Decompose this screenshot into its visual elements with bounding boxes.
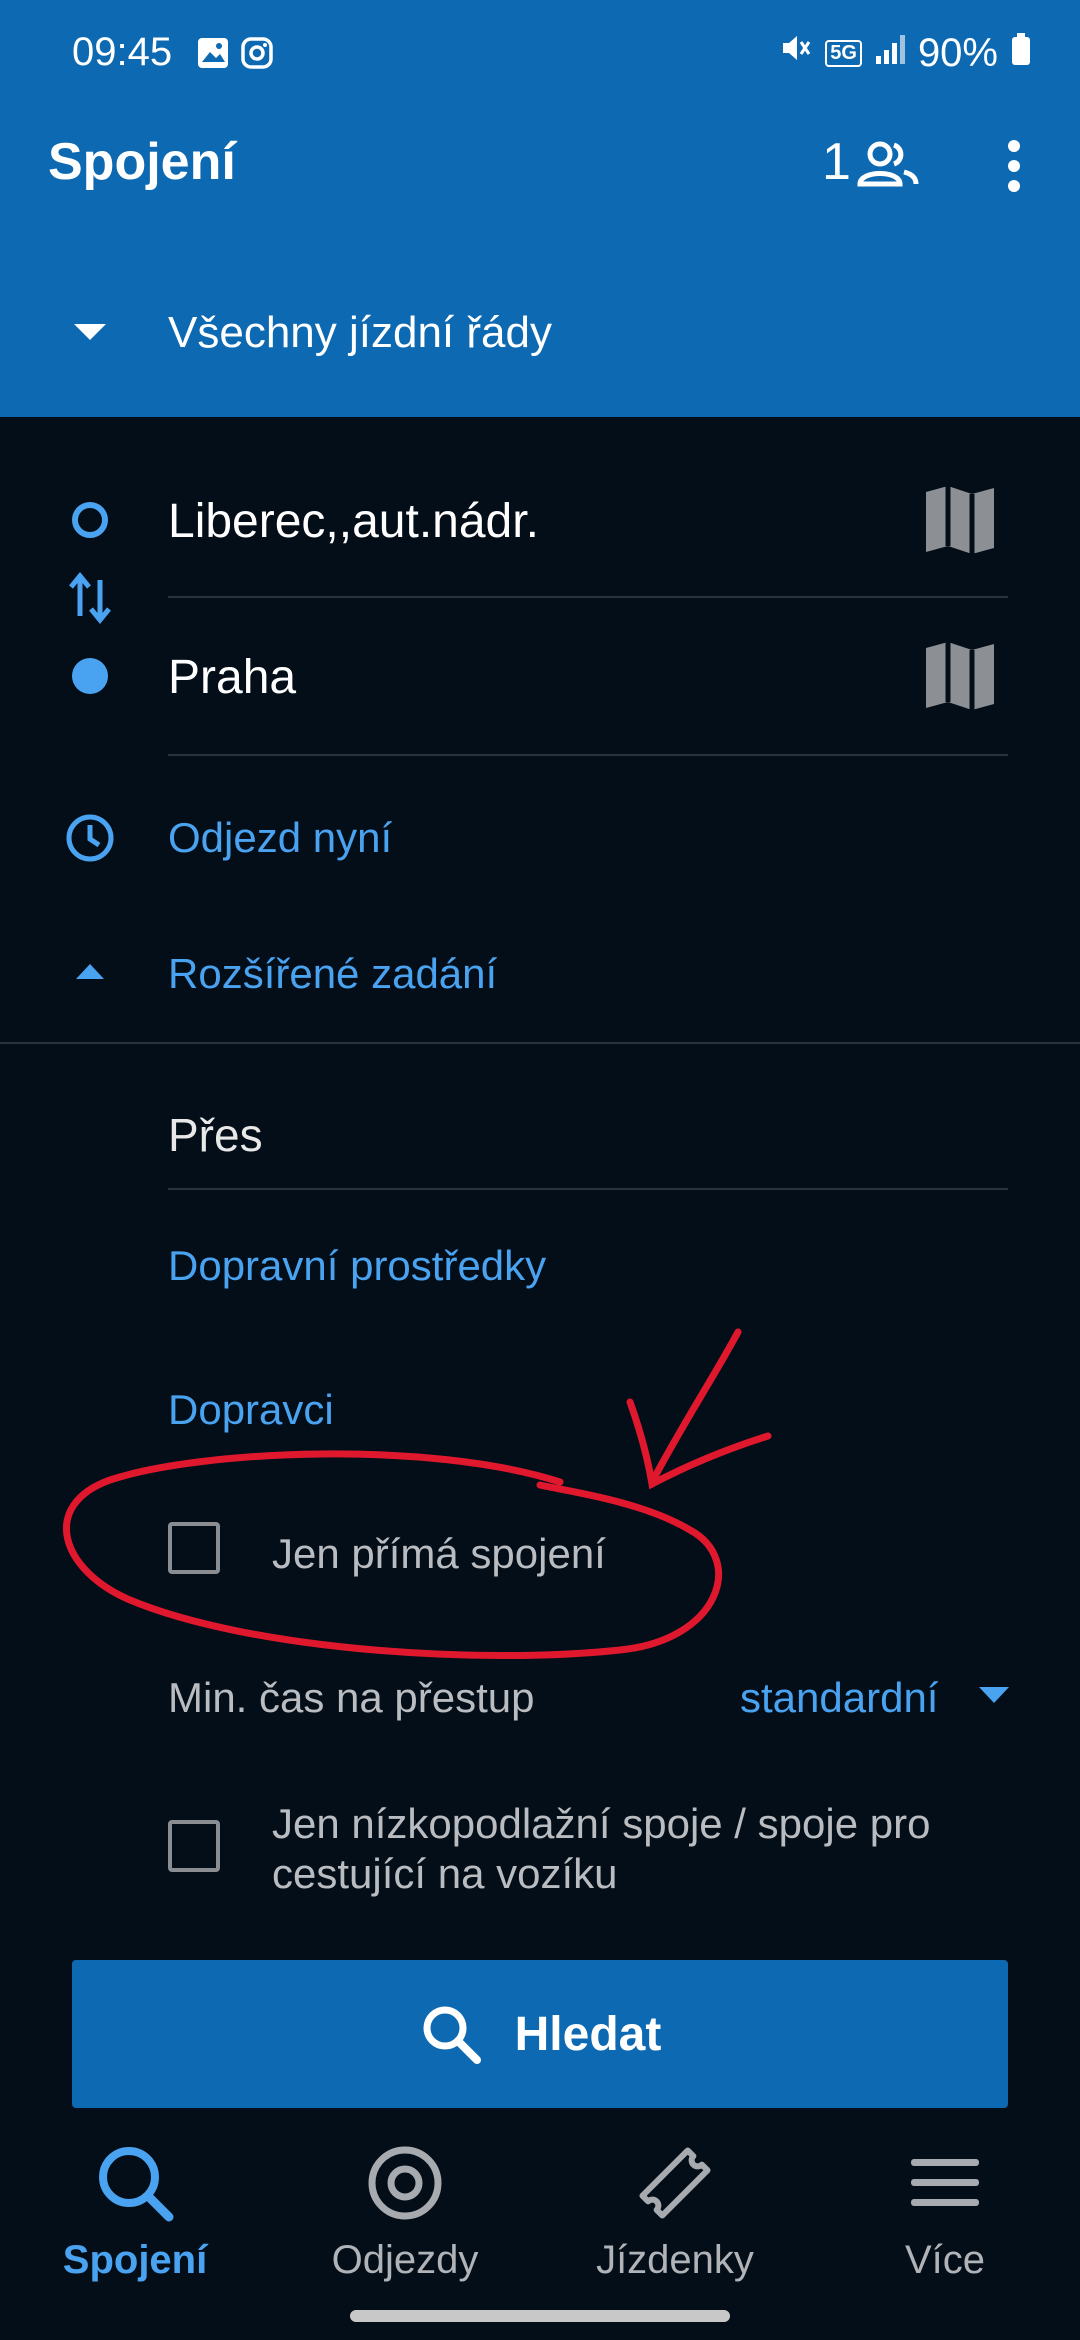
transport-means-button[interactable]: Dopravní prostředky (168, 1242, 546, 1290)
section-divider (0, 1042, 1080, 1044)
origin-input[interactable]: Liberec,,aut.nádr. (168, 494, 539, 549)
departure-time-button[interactable]: Odjezd nyní (168, 814, 392, 862)
more-options-icon[interactable] (1002, 140, 1026, 197)
low-floor-checkbox[interactable] (168, 1820, 220, 1872)
status-time: 09:45 (72, 30, 173, 74)
divider (168, 1188, 1008, 1190)
advanced-search-toggle[interactable]: Rozšířené zadání (168, 950, 497, 998)
target-icon (365, 2128, 445, 2238)
mute-icon (777, 30, 813, 76)
battery-icon (1010, 31, 1032, 76)
search-icon (423, 2006, 481, 2064)
nav-label: Odjezdy (331, 2238, 479, 2282)
min-transfer-label: Min. čas na přestup (168, 1674, 535, 1721)
passenger-count[interactable]: 1 (822, 132, 851, 192)
ticket-icon (633, 2128, 717, 2238)
search-icon (93, 2128, 177, 2238)
divider (168, 596, 1008, 598)
battery-level: 90% (917, 30, 998, 75)
gallery-icon (196, 36, 230, 75)
dropdown-arrow-icon[interactable] (70, 320, 110, 349)
direct-only-label: Jen přímá spojení (272, 1530, 606, 1577)
nav-label: Spojení (62, 2238, 208, 2282)
nav-item-spojeni[interactable]: Spojení (0, 2128, 270, 2298)
menu-icon (909, 2128, 981, 2238)
nav-item-vice[interactable]: Více (810, 2128, 1080, 2298)
search-button-label: Hledat (514, 2007, 662, 2061)
low-floor-label-line2: cestující na vozíku (272, 1850, 618, 1897)
home-indicator[interactable] (350, 2310, 730, 2322)
divider (168, 754, 1008, 756)
signal-icon (874, 31, 906, 76)
swap-icon[interactable] (68, 570, 112, 631)
select-arrow-icon[interactable] (976, 1684, 1012, 1711)
via-input[interactable]: Přes (168, 1108, 263, 1162)
origin-map-icon[interactable] (922, 482, 998, 563)
min-transfer-select[interactable]: standardní (740, 1674, 938, 1722)
nav-item-odjezdy[interactable]: Odjezdy (270, 2128, 540, 2298)
search-button[interactable]: Hledat (72, 1960, 1008, 2108)
origin-dot-icon (70, 500, 110, 545)
clock-icon (64, 812, 116, 869)
carriers-button[interactable]: Dopravci (168, 1386, 334, 1434)
nav-label: Jízdenky (596, 2238, 754, 2282)
bottom-navigation: Spojení Odjezdy Jízdenky Více (0, 2128, 1080, 2298)
nav-label: Více (904, 2238, 986, 2282)
direct-only-checkbox[interactable] (168, 1522, 220, 1574)
destination-dot-icon (70, 656, 110, 701)
destination-map-icon[interactable] (922, 638, 998, 719)
collapse-arrow-icon[interactable] (72, 960, 108, 987)
instagram-icon (240, 36, 274, 75)
low-floor-label-line1: Jen nízkopodlažní spoje / spoje pro (272, 1800, 931, 1847)
nav-item-jizdenky[interactable]: Jízdenky (540, 2128, 810, 2298)
network-5g-icon: 5G (825, 39, 862, 67)
destination-input[interactable]: Praha (168, 650, 296, 705)
timetable-selector[interactable]: Všechny jízdní řády (168, 308, 552, 358)
page-title: Spojení (48, 133, 236, 191)
passengers-icon[interactable] (856, 138, 920, 195)
